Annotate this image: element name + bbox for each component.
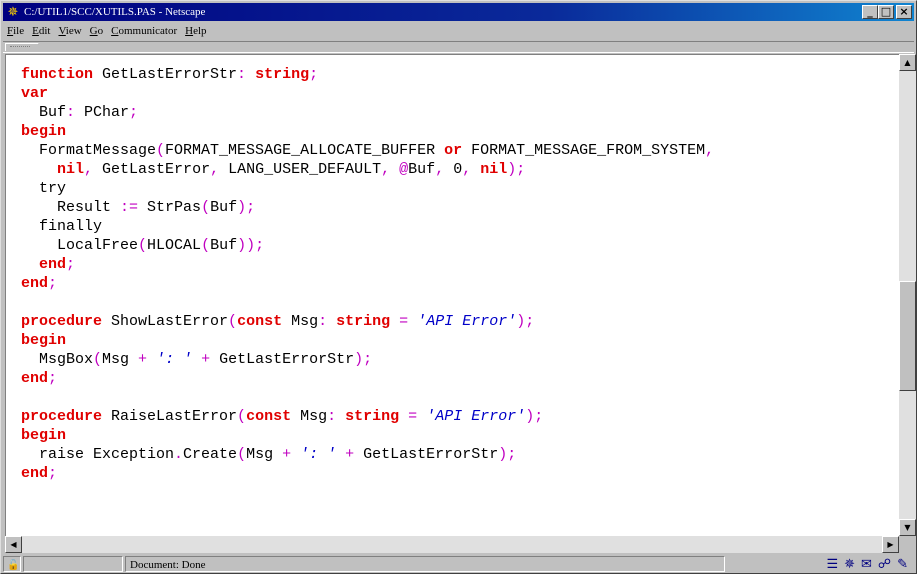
vertical-scroll-thumb[interactable]: [899, 280, 916, 391]
code-line: finally: [21, 218, 103, 235]
code-line: end;: [21, 465, 58, 482]
menu-help[interactable]: Help: [181, 22, 210, 40]
vertical-scrollbar[interactable]: ▲ ▼: [899, 54, 916, 536]
title-bar[interactable]: ✵ C:/UTIL1/SCC/XUTILS.PAS - Netscape _ □…: [3, 3, 914, 21]
scroll-left-button[interactable]: ◀: [5, 536, 22, 553]
code-line: MsgBox(Msg + ': ' + GetLastErrorStr);: [21, 351, 373, 368]
component-bar: ☰ ✵ ✉ ☍ ✎: [826, 555, 908, 573]
code-line: end;: [39, 256, 76, 273]
code-line: begin: [21, 123, 67, 140]
code-line: FormatMessage(FORMAT_MESSAGE_ALLOCATE_BU…: [21, 142, 715, 159]
scrollbar-corner: [899, 536, 916, 553]
code-line: procedure RaiseLastError(const Msg: stri…: [21, 408, 544, 425]
maximize-button[interactable]: □: [878, 5, 894, 19]
scroll-up-button[interactable]: ▲: [899, 54, 916, 71]
scroll-right-button[interactable]: ▶: [882, 536, 899, 553]
horizontal-scrollbar[interactable]: ◀ ▶: [5, 536, 899, 553]
composer-icon[interactable]: ✎: [897, 555, 908, 573]
code-line: end;: [21, 275, 58, 292]
progress-cell: [23, 556, 123, 572]
code-line: nil, GetLastError, LANG_USER_DEFAULT, @B…: [57, 161, 526, 178]
code-line: Buf: PChar;: [21, 104, 139, 121]
code-line: procedure ShowLastError(const Msg: strin…: [21, 313, 535, 330]
security-lock-cell[interactable]: 🔓: [3, 556, 21, 572]
menu-go[interactable]: Go: [86, 22, 107, 40]
code-line: try: [21, 180, 67, 197]
source-code: function GetLastErrorStr: string; var Buf…: [6, 55, 900, 483]
security-lock-icon[interactable]: 🔓: [4, 560, 19, 571]
close-button[interactable]: ×: [896, 5, 912, 19]
menu-bar: File Edit View Go Communicator Help: [3, 22, 914, 40]
menu-view[interactable]: View: [54, 22, 85, 40]
status-text: Document: Done: [125, 556, 725, 572]
code-line: end;: [21, 370, 58, 387]
browser-window: ✵ C:/UTIL1/SCC/XUTILS.PAS - Netscape _ □…: [0, 0, 917, 574]
code-line: begin: [21, 332, 67, 349]
collapsed-toolbar-tab[interactable]: [5, 43, 39, 51]
window-controls: _ □ ×: [862, 5, 912, 19]
component-bar-icon[interactable]: ☰: [826, 555, 838, 573]
menu-communicator[interactable]: Communicator: [107, 22, 181, 40]
code-line: begin: [21, 427, 67, 444]
menu-edit[interactable]: Edit: [28, 22, 54, 40]
code-line: Result := StrPas(Buf);: [21, 199, 256, 216]
menu-file[interactable]: File: [3, 22, 28, 40]
code-line: raise Exception.Create(Msg + ': ' + GetL…: [21, 446, 517, 463]
toolbar-area: [3, 41, 914, 53]
netscape-app-icon[interactable]: ✵: [5, 4, 21, 20]
minimize-button[interactable]: _: [862, 5, 878, 19]
discussion-icon[interactable]: ☍: [878, 555, 891, 573]
window-title: C:/UTIL1/SCC/XUTILS.PAS - Netscape: [24, 6, 206, 18]
scroll-down-button[interactable]: ▼: [899, 519, 916, 536]
netscape-icon[interactable]: ✵: [844, 555, 855, 573]
mail-icon[interactable]: ✉: [861, 555, 872, 573]
code-line: function GetLastErrorStr: string;: [21, 66, 319, 83]
document-viewport[interactable]: function GetLastErrorStr: string; var Buf…: [5, 54, 900, 537]
code-line: LocalFree(HLOCAL(Buf));: [21, 237, 265, 254]
code-line: var: [21, 85, 49, 102]
status-bar: 🔓 Document: Done ☰ ✵ ✉ ☍ ✎: [3, 555, 914, 573]
